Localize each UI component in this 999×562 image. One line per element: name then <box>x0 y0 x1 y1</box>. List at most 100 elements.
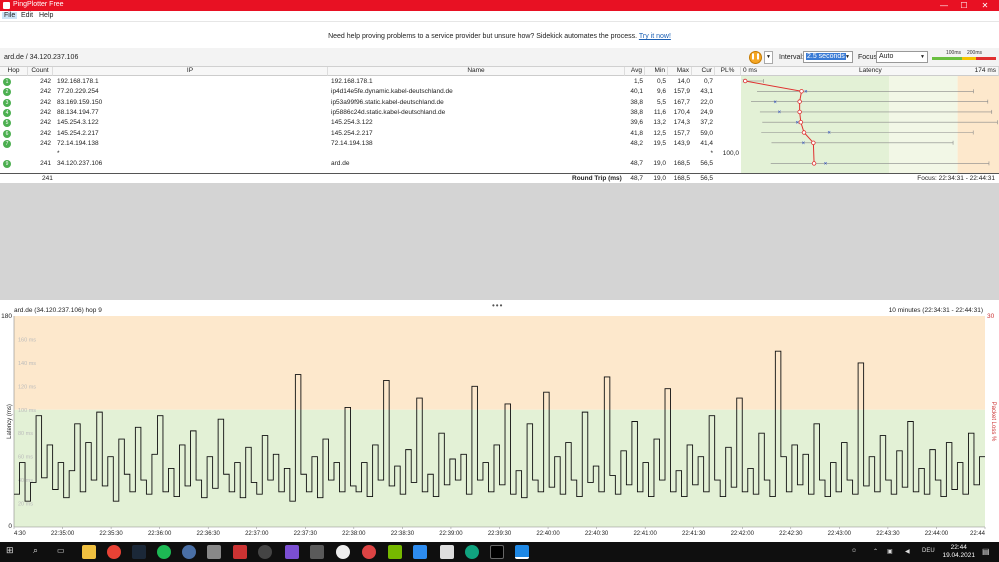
cell-name: ip53a99f96.static.kabel-deutschland.de <box>331 98 444 106</box>
interval-select[interactable]: 2.5 seconds ▼ <box>803 51 853 63</box>
terminal-icon[interactable] <box>490 545 504 559</box>
table-row[interactable]: 7 242 72.14.194.138 72.14.194.138 48,2 19,5 14… <box>0 139 741 149</box>
inner-tick-label: 120 ms <box>18 384 36 390</box>
x-tick-label: 22:38:00 <box>342 531 366 537</box>
menu-file[interactable]: File <box>2 12 18 19</box>
table-row[interactable]: 3 242 83.169.159.150 ip53a99f96.static.kabe… <box>0 98 741 108</box>
pingplotter-taskbar-icon[interactable] <box>515 545 529 559</box>
cell-max: 14,0 <box>677 78 690 85</box>
latency-label: Latency <box>859 67 882 74</box>
app-icon-11[interactable] <box>465 545 479 559</box>
task-view-icon[interactable]: ▭ <box>57 546 65 555</box>
table-row[interactable]: * * 100,0 <box>0 149 741 159</box>
header-latency[interactable]: 0 ms Latency 174 ms <box>741 67 999 76</box>
app-icon-3[interactable] <box>233 545 247 559</box>
cell-ip: 145.254.2.217 <box>57 129 99 137</box>
table-row[interactable]: 4 242 88.134.194.77 ip5886c24d.static.kabel… <box>0 108 741 118</box>
interval-value: 2.5 seconds <box>806 53 846 60</box>
focus-select[interactable]: Auto ▼ <box>876 51 928 63</box>
cell-avg: 38,8 <box>630 108 643 116</box>
chrome-icon[interactable] <box>107 545 121 559</box>
app-icon-1[interactable] <box>182 545 196 559</box>
app-icon-6[interactable] <box>310 545 324 559</box>
hop-number: 9 <box>3 160 11 169</box>
latency-zone-mid <box>888 76 958 173</box>
app-icon-7[interactable] <box>336 545 350 559</box>
cell-cur: 22,0 <box>700 98 713 106</box>
cell-name: 72.14.194.138 <box>331 139 373 147</box>
latency-current-mark: × <box>824 162 828 168</box>
inner-tick-label: 160 ms <box>18 337 36 343</box>
window-title: PingPlotter Free <box>13 1 64 8</box>
app-icon-10[interactable] <box>440 545 454 559</box>
close-button[interactable]: ✕ <box>974 0 996 11</box>
table-row[interactable]: 5 242 145.254.3.122 145.254.3.122 39,6 13,2 17… <box>0 118 741 128</box>
menu-edit[interactable]: Edit <box>19 12 35 19</box>
nvidia-icon[interactable] <box>388 545 402 559</box>
header-name[interactable]: Name <box>328 67 625 76</box>
cell-max: 170,4 <box>673 108 690 116</box>
pause-button[interactable]: ❚❚ <box>749 51 762 64</box>
latency-avg-point <box>811 161 817 166</box>
minimize-button[interactable]: — <box>933 0 955 11</box>
cell-name: ip4d14e5fe.dynamic.kabel-deutschland.de <box>331 88 453 96</box>
latency-avg-point <box>797 109 802 115</box>
tray-language[interactable]: DEU <box>922 548 935 554</box>
people-icon[interactable]: ☺ <box>851 548 857 554</box>
zone-warn <box>14 316 985 410</box>
cell-ip: 34.120.237.106 <box>57 160 103 168</box>
windows-start-icon[interactable]: ⊞ <box>6 545 14 556</box>
chevron-down-icon: ▼ <box>845 54 850 60</box>
cell-name: ip5886c24d.static.kabel-deutschland.de <box>331 108 446 116</box>
header-hop[interactable]: Hop <box>0 67 28 76</box>
file-explorer-icon[interactable] <box>82 545 96 559</box>
volume-icon[interactable]: ◀ <box>905 548 910 555</box>
table-row[interactable]: 9 241 34.120.237.106 ard.de 48,7 19,0 168,5 56,… <box>0 159 741 169</box>
app-icon-4[interactable] <box>258 545 272 559</box>
taskbar-clock[interactable]: 22:44 19.04.2021 <box>942 544 975 560</box>
app-icon-9[interactable] <box>413 545 427 559</box>
maximize-button[interactable]: ☐ <box>953 0 975 11</box>
banner-link[interactable]: Try it now! <box>639 33 671 40</box>
search-icon[interactable]: ⌕ <box>33 545 38 556</box>
latency-avg-point <box>811 140 816 145</box>
roundtrip-avg: 48,7 <box>630 175 643 182</box>
notification-icon[interactable]: ▤ <box>982 547 990 556</box>
header-min[interactable]: Min <box>645 67 668 76</box>
table-row[interactable]: 2 242 77.20.229.254 ip4d14e5fe.dynamic.kabe… <box>0 87 741 97</box>
header-max[interactable]: Max <box>668 67 692 76</box>
network-icon[interactable]: ▣ <box>887 548 893 555</box>
interval-label: Interval: <box>779 54 804 61</box>
header-pl[interactable]: PL% <box>715 67 741 76</box>
cell-ip: * <box>57 150 60 158</box>
cell-avg: 39,6 <box>630 119 643 127</box>
table-row[interactable]: 6 242 145.254.2.217 145.254.2.217 41,8 12,5 15… <box>0 129 741 139</box>
cell-count: 242 <box>40 98 51 106</box>
cell-min: 11,6 <box>653 108 666 116</box>
table-row[interactable]: 1 242 192.168.178.1 192.168.178.1 1,5 0,5 14,0… <box>0 77 741 87</box>
menu-help[interactable]: Help <box>37 12 55 19</box>
app-icon-2[interactable] <box>207 545 221 559</box>
scale-100-label: 100ms <box>946 50 962 56</box>
pause-dropdown[interactable]: ▼ <box>764 51 773 64</box>
header-count[interactable]: Count <box>28 67 53 76</box>
spotify-icon[interactable] <box>157 545 171 559</box>
app-icon-5[interactable] <box>285 545 299 559</box>
chevron-up-icon[interactable]: ⌃ <box>873 548 878 555</box>
header-avg[interactable]: Avg <box>625 67 645 76</box>
header-ip[interactable]: IP <box>53 67 328 76</box>
cell-ip: 83.169.159.150 <box>57 98 103 106</box>
x-tick-label: 4:30 <box>14 531 26 537</box>
chevron-down-icon: ▼ <box>920 54 925 60</box>
timeline-graph[interactable]: 160 ms140 ms120 ms100 ms80 ms60 ms40 ms2… <box>0 300 999 542</box>
hop-table: Hop Count IP Name Avg Min Max Cur PL% 0 … <box>0 67 999 183</box>
x-tick-label: 22:38:30 <box>391 531 415 537</box>
cell-count: 242 <box>40 139 51 147</box>
promo-banner: Need help proving problems to a service … <box>0 22 999 48</box>
app-icon-8[interactable] <box>362 545 376 559</box>
steam-icon[interactable] <box>132 545 146 559</box>
header-cur[interactable]: Cur <box>692 67 715 76</box>
hop-number: 2 <box>3 88 11 97</box>
cell-ip: 72.14.194.138 <box>57 139 99 147</box>
roundtrip-label: Round Trip (ms) <box>572 175 622 182</box>
